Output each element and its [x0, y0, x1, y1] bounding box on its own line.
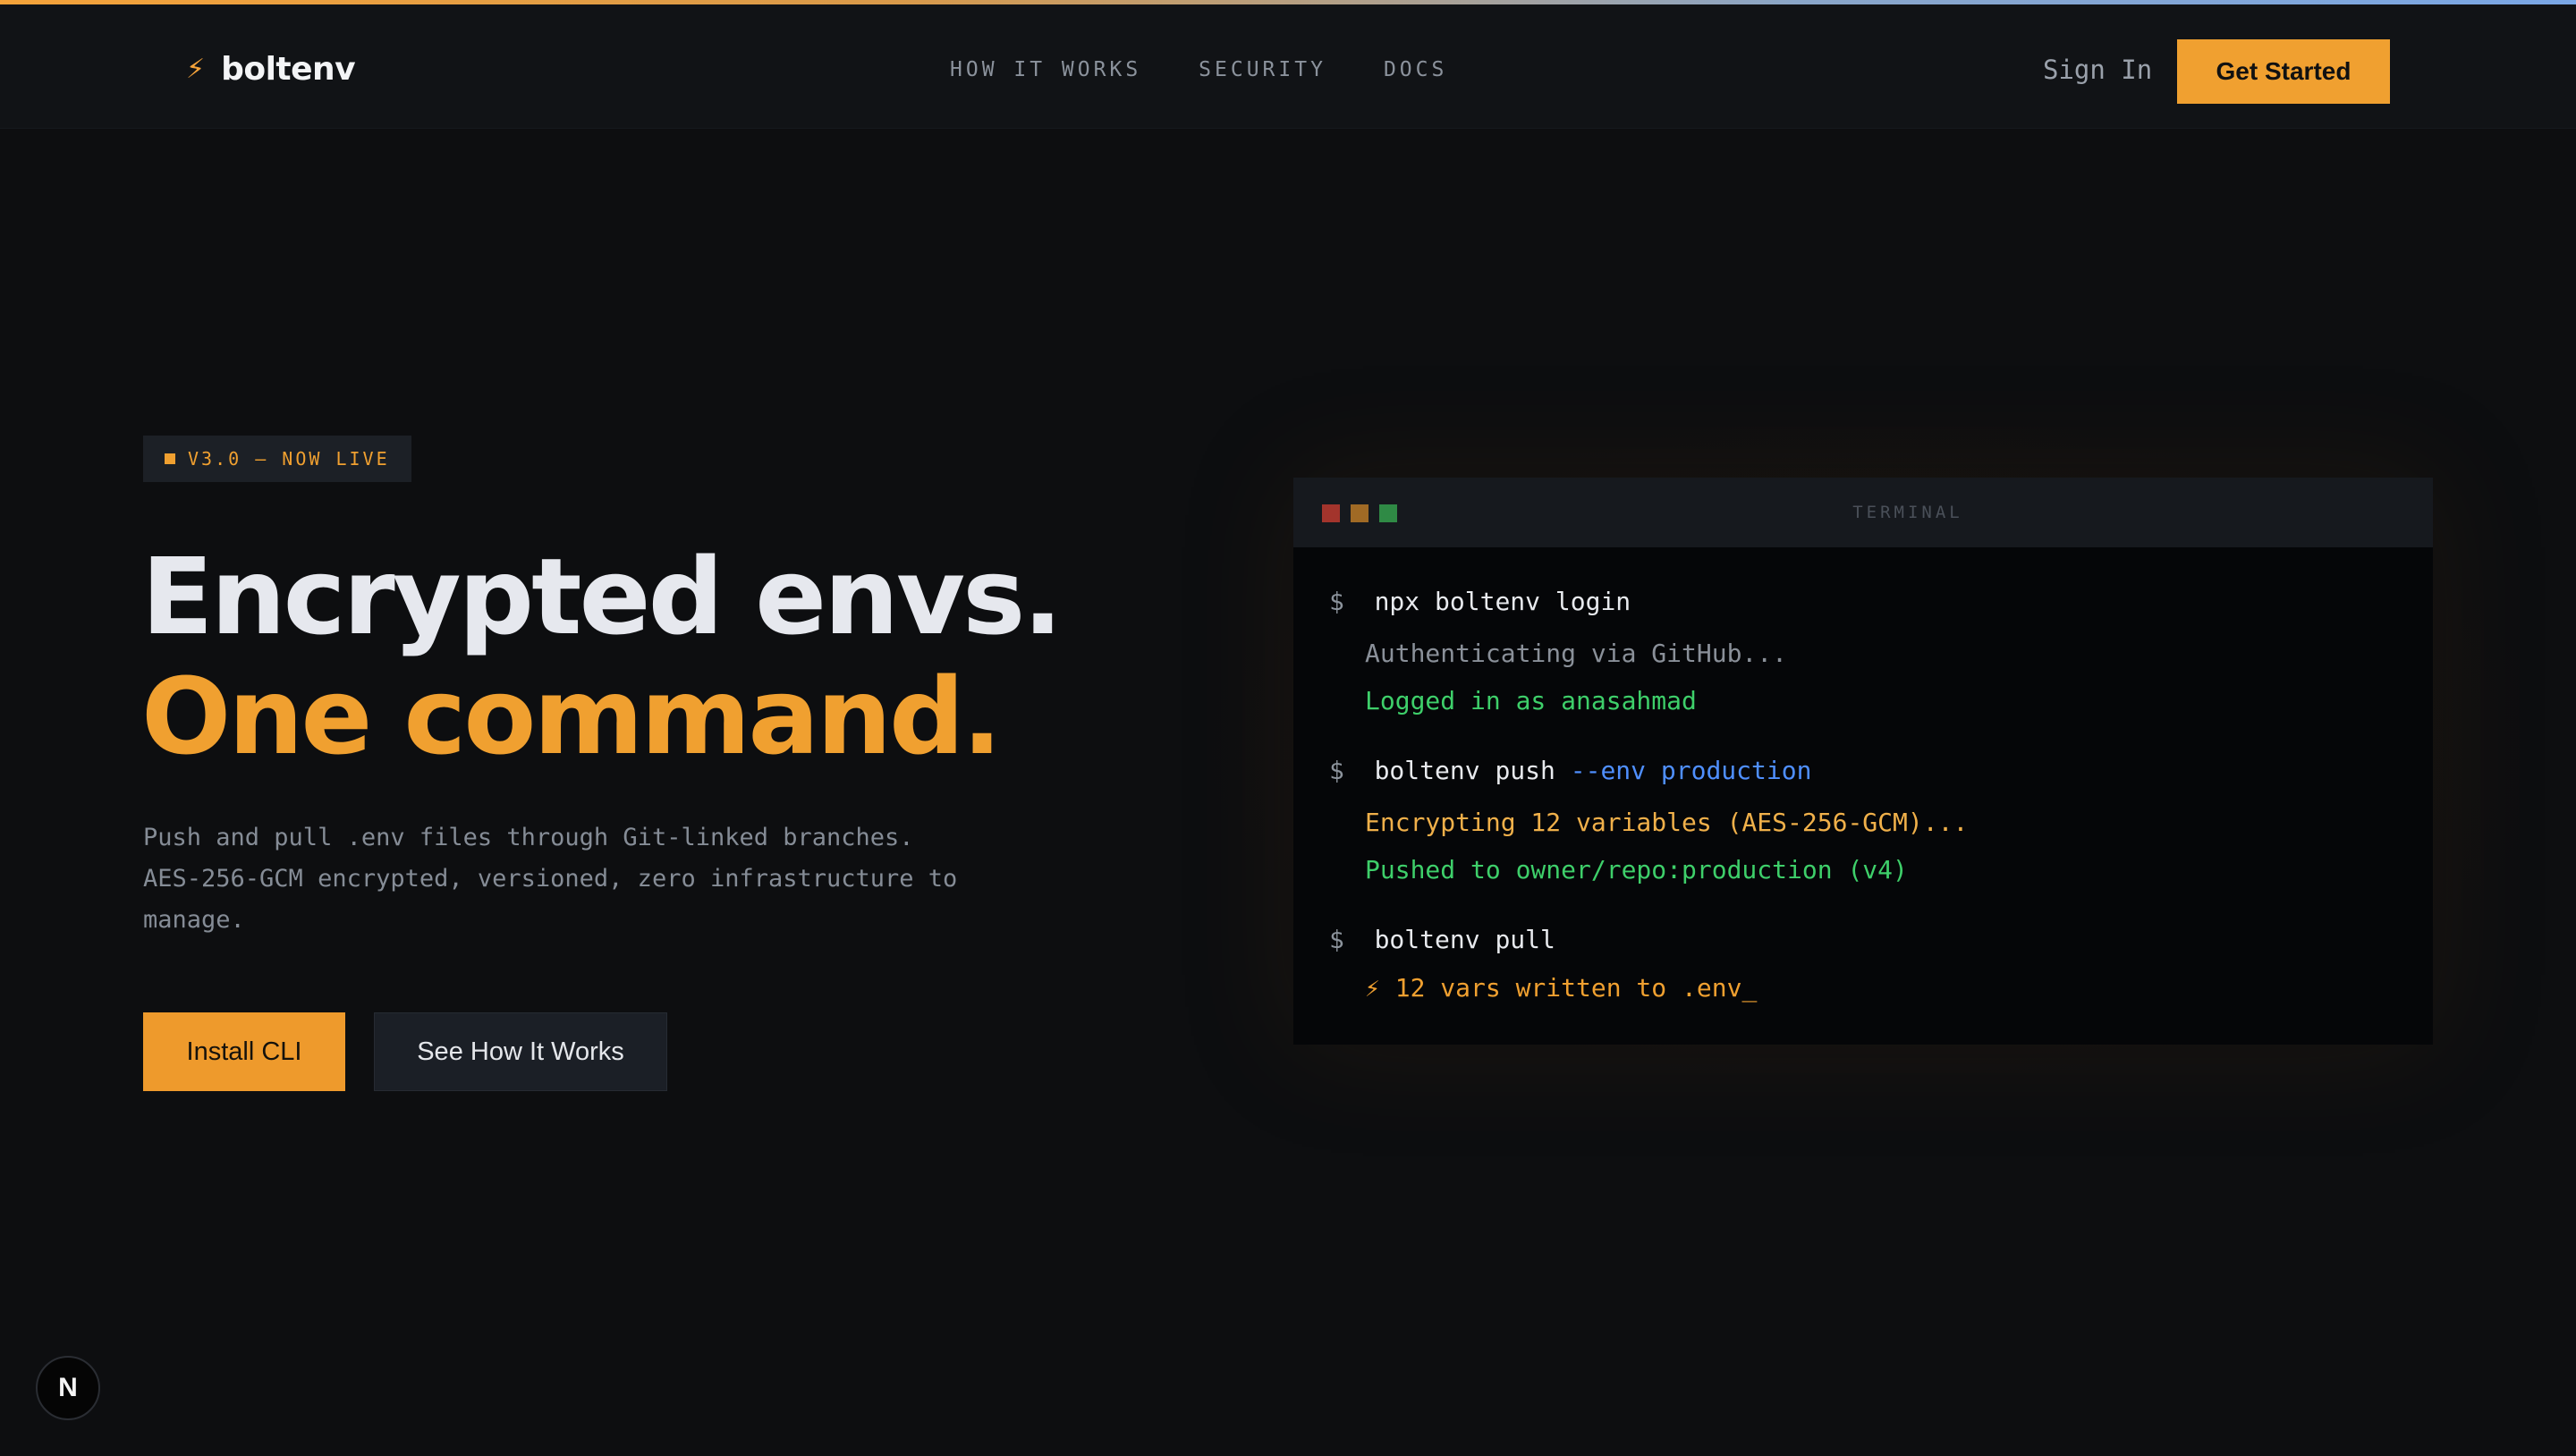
terminal-command: boltenv pull	[1374, 925, 1555, 954]
terminal-output: ⚡ 12 vars written to .env_	[1365, 973, 1757, 1003]
hero-title-line2: One command.	[141, 655, 1002, 778]
prompt-symbol: $	[1329, 756, 1344, 785]
terminal-cursor: _	[1741, 973, 1758, 1003]
dev-badge-letter: N	[58, 1373, 78, 1402]
dev-tools-badge[interactable]: N	[36, 1356, 100, 1420]
brand-logo[interactable]: ⚡ boltenv	[186, 51, 356, 88]
badge-text: V3.0 — NOW LIVE	[188, 448, 390, 470]
prompt-symbol: $	[1329, 925, 1344, 954]
get-started-button[interactable]: Get Started	[2177, 39, 2390, 104]
terminal-line: $ boltenv pull	[1329, 925, 1555, 954]
prompt-symbol: $	[1329, 587, 1344, 616]
install-cli-button[interactable]: Install CLI	[143, 1012, 345, 1091]
hero-description: Push and pull .env files through Git-lin…	[143, 824, 958, 934]
terminal-output: Authenticating via GitHub...	[1365, 639, 1788, 668]
nav-link-docs[interactable]: DOCS	[1384, 58, 1447, 81]
bolt-icon: ⚡	[186, 53, 206, 85]
sign-in-link[interactable]: Sign In	[2043, 55, 2152, 85]
hero-title: Encrypted envs. One command.	[141, 535, 1063, 778]
terminal-line: $ npx boltenv login	[1329, 587, 1631, 616]
nav-link-security[interactable]: SECURITY	[1199, 58, 1326, 81]
terminal-flag: --env production	[1570, 756, 1812, 785]
badge-square-icon	[165, 453, 175, 464]
hero-title-line1: Encrypted envs.	[141, 535, 1063, 658]
brand-name: boltenv	[221, 51, 356, 88]
terminal-command: npx boltenv login	[1374, 587, 1631, 616]
terminal-command: boltenv push	[1374, 756, 1555, 785]
terminal-output: Pushed to owner/repo:production (v4)	[1365, 855, 1908, 885]
terminal-titlebar: TERMINAL	[1293, 478, 2433, 547]
navbar: ⚡ boltenv HOW IT WORKS SECURITY DOCS Sig…	[0, 4, 2576, 129]
nav-link-how-it-works[interactable]: HOW IT WORKS	[950, 58, 1141, 81]
terminal-output: Encrypting 12 variables (AES-256-GCM)...	[1365, 808, 1969, 837]
terminal-window: TERMINAL $ npx boltenv login Authenticat…	[1293, 478, 2433, 1045]
terminal-output-text: ⚡ 12 vars written to .env	[1365, 973, 1742, 1003]
terminal-output: Logged in as anasahmad	[1365, 686, 1697, 715]
terminal-line: $ boltenv push --env production	[1329, 756, 1811, 785]
see-how-it-works-button[interactable]: See How It Works	[374, 1012, 667, 1091]
version-badge: V3.0 — NOW LIVE	[143, 436, 411, 482]
terminal-title: TERMINAL	[1852, 503, 1963, 522]
main-nav: HOW IT WORKS SECURITY DOCS	[950, 58, 1447, 81]
